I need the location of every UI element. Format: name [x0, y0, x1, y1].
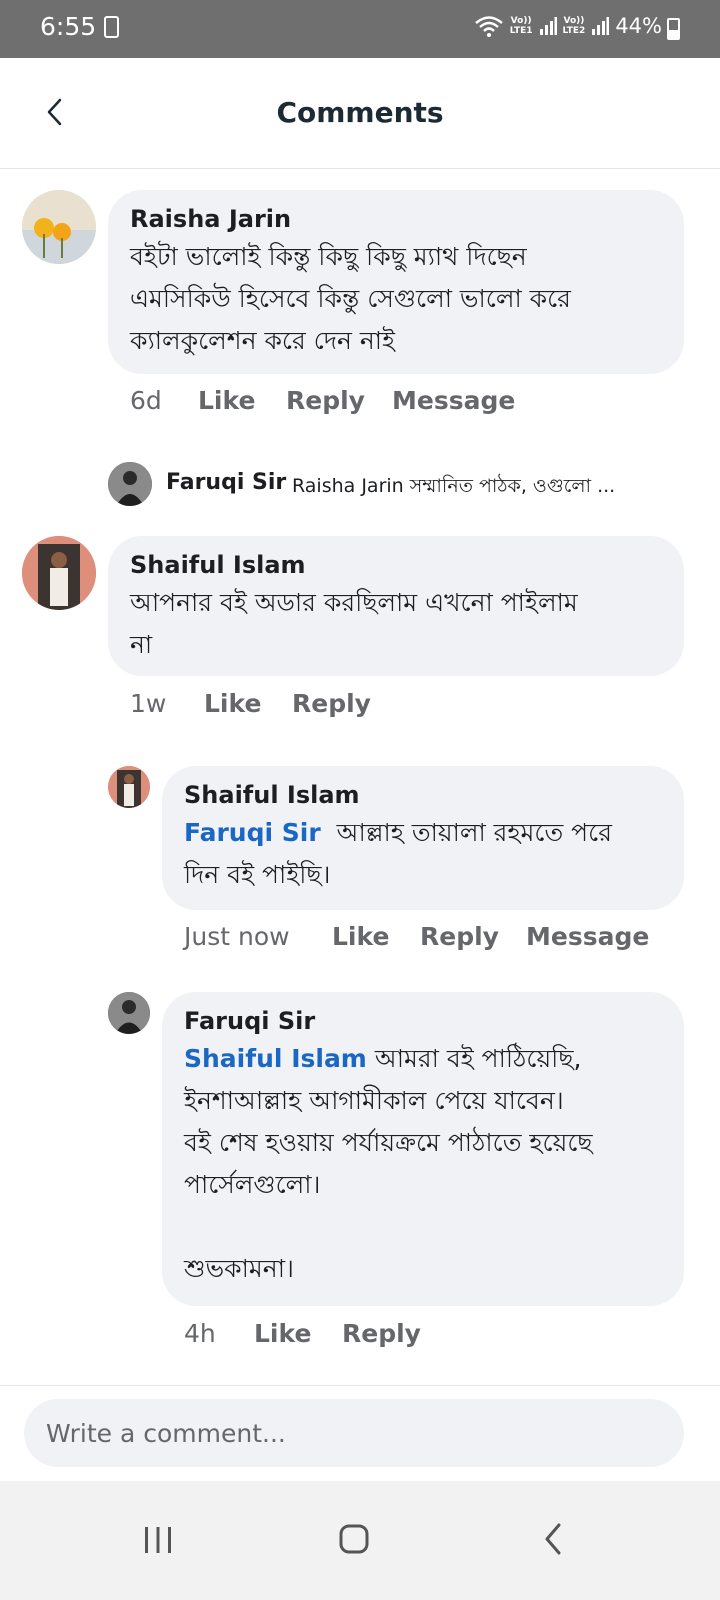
comment-text-line: ক্যালকুলেশন করে দেন নাই: [130, 326, 395, 355]
reply-button[interactable]: Reply: [420, 922, 526, 951]
avatar[interactable]: [108, 992, 150, 1034]
reply-text: আমরা বই পাঠিয়েছি,: [366, 1044, 582, 1073]
avatar-person-image: [108, 992, 150, 1034]
status-bar: 6:55 Vo)) LTE1 Vo)) LTE2 44%: [0, 0, 720, 58]
avatar[interactable]: [22, 190, 96, 264]
screenshot-icon: [104, 16, 119, 38]
signal-icon: [592, 17, 610, 35]
comment-text-line: বইটা ভালোই কিন্তু কিছু কিছু ম্যাথ দিছেন: [130, 242, 527, 271]
recents-icon[interactable]: [128, 1509, 188, 1569]
like-button[interactable]: Like: [198, 386, 286, 415]
reply-author[interactable]: Faruqi Sir: [184, 1004, 662, 1038]
reply-text-line: পার্সেলগুলো।: [184, 1170, 321, 1199]
message-button[interactable]: Message: [392, 386, 515, 415]
reply-actions: 4h Like Reply: [184, 1319, 421, 1348]
reply-summary[interactable]: Faruqi Sir Raisha Jarin সম্মানিত পাঠক, ও…: [108, 462, 688, 508]
comment-bubble[interactable]: Shaiful Islam আপনার বই অডার করছিলাম এখনো…: [108, 536, 684, 676]
avatar[interactable]: [108, 462, 152, 506]
back-icon[interactable]: [524, 1509, 584, 1569]
reply-summary-text: Raisha Jarin সম্মানিত পাঠক, ওগুলো ...: [292, 475, 616, 497]
reply-text-line: বই শেষ হওয়ায় পর্যায়ক্রমে পাঠাতে হয়েছ…: [184, 1128, 593, 1157]
battery-percent: 44%: [615, 14, 662, 38]
comment-actions: 1w Like Reply: [130, 689, 371, 718]
avatar-person-image: [108, 462, 152, 506]
signal-icon: [539, 17, 557, 35]
comment-composer: [0, 1385, 720, 1481]
comment-text-line: এমসিকিউ হিসেবে কিন্তু সেগুলো ভালো করে: [130, 284, 571, 313]
reply-bubble[interactable]: Faruqi Sir Shaiful Islam আমরা বই পাঠিয়ে…: [162, 992, 684, 1306]
reply-text: আল্লাহ তায়ালা রহমতে পরে: [320, 818, 612, 847]
comment-author[interactable]: Shaiful Islam: [130, 548, 662, 582]
comment-text-line: আপনার বই অডার করছিলাম এখনো পাইলাম: [130, 588, 578, 617]
system-nav-bar: [0, 1481, 720, 1600]
battery-icon: [667, 18, 680, 40]
avatar[interactable]: [22, 536, 96, 610]
page-title: Comments: [276, 96, 444, 129]
reply-text-line: দিন বই পাইছি।: [184, 860, 331, 889]
avatar-person-image: [22, 536, 96, 610]
reply-text-line: ইনশাআল্লাহ আগামীকাল পেয়ে যাবেন।: [184, 1086, 564, 1115]
reply-button[interactable]: Reply: [286, 386, 392, 415]
status-indicators: Vo)) LTE1 Vo)) LTE2 44%: [474, 14, 662, 38]
reply-text-line: Shaiful Islam আমরা বই পাঠিয়েছি,: [184, 1038, 662, 1080]
avatar-person-image: [108, 766, 150, 808]
wifi-icon: [474, 16, 503, 37]
mention-link[interactable]: Faruqi Sir: [184, 818, 321, 847]
message-button[interactable]: Message: [526, 922, 649, 951]
like-button[interactable]: Like: [332, 922, 420, 951]
reply-actions: Just now Like Reply Message: [184, 922, 649, 951]
sim1-label: Vo)) LTE1: [509, 16, 533, 36]
comment-bubble[interactable]: Raisha Jarin বইটা ভালোই কিন্তু কিছু কিছু…: [108, 190, 684, 374]
reply-text-line: [184, 1206, 662, 1248]
comment-text-line: না: [130, 630, 153, 659]
reply-text-line: শুভকামনা।: [184, 1254, 294, 1283]
mention-link[interactable]: Shaiful Islam: [184, 1044, 367, 1073]
reply-time: Just now: [184, 922, 290, 951]
comment-time: 6d: [130, 386, 162, 415]
reply-bubble[interactable]: Shaiful Islam Faruqi Sir আল্লাহ তায়ালা …: [162, 766, 684, 910]
reply-author[interactable]: Shaiful Islam: [184, 778, 662, 812]
reply-text-line: Faruqi Sir আল্লাহ তায়ালা রহমতে পরে: [184, 812, 662, 854]
reply-time: 4h: [184, 1319, 216, 1348]
like-button[interactable]: Like: [254, 1319, 342, 1348]
sim2-label: Vo)) LTE2: [562, 16, 586, 36]
comment-time: 1w: [130, 689, 167, 718]
reply-button[interactable]: Reply: [342, 1319, 421, 1348]
status-time: 6:55: [40, 12, 97, 41]
home-icon[interactable]: [324, 1509, 384, 1569]
avatar-flowers-image: [22, 190, 96, 264]
like-button[interactable]: Like: [204, 689, 292, 718]
comment-author[interactable]: Raisha Jarin: [130, 202, 662, 236]
avatar[interactable]: [108, 766, 150, 808]
reply-button[interactable]: Reply: [292, 689, 371, 718]
reply-summary-author[interactable]: Faruqi Sir: [166, 470, 286, 495]
comment-actions: 6d Like Reply Message: [130, 386, 515, 415]
app-header: Comments: [0, 58, 720, 169]
comment-input[interactable]: [24, 1399, 684, 1467]
